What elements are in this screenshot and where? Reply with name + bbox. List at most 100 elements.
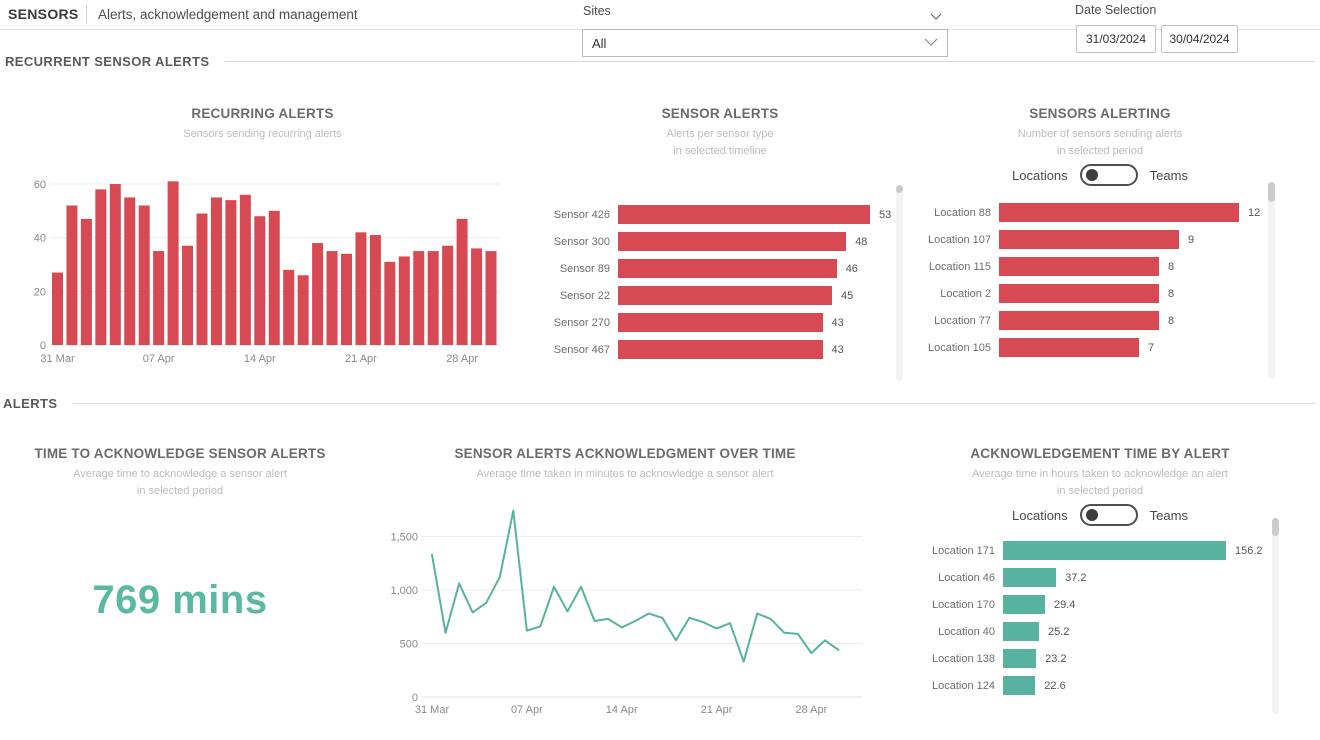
value-label: 8 bbox=[1168, 315, 1174, 327]
bar[interactable] bbox=[66, 205, 77, 345]
date-to-input[interactable]: 30/04/2024 bbox=[1161, 25, 1238, 53]
hbar-rows: Location 171156.2Location 4637.2Location… bbox=[920, 541, 1280, 703]
bar[interactable] bbox=[618, 205, 870, 224]
bar[interactable] bbox=[618, 259, 837, 278]
bar[interactable] bbox=[1003, 541, 1226, 560]
bar[interactable] bbox=[283, 270, 294, 345]
y-axis-tick: 20 bbox=[34, 286, 46, 298]
bar[interactable] bbox=[355, 232, 366, 345]
bar[interactable] bbox=[999, 257, 1159, 276]
bar[interactable] bbox=[1003, 595, 1045, 614]
toggle-label-locations[interactable]: Locations bbox=[1012, 508, 1068, 523]
value-label: 29.4 bbox=[1054, 599, 1075, 611]
value-label: 23.2 bbox=[1045, 653, 1066, 665]
toggle-knob bbox=[1086, 169, 1099, 182]
x-axis-tick: 14 Apr bbox=[244, 353, 276, 365]
bar[interactable] bbox=[618, 340, 823, 359]
kpi-value: 769 mins bbox=[20, 578, 340, 623]
scrollbar-thumb[interactable] bbox=[896, 185, 903, 193]
bar[interactable] bbox=[399, 256, 410, 345]
value-label: 12 bbox=[1248, 207, 1260, 219]
chevron-down-icon[interactable] bbox=[930, 8, 942, 26]
scrollbar[interactable] bbox=[1268, 182, 1275, 378]
chart-subtitle: Average time in hours taken to acknowled… bbox=[920, 468, 1280, 480]
bar[interactable] bbox=[153, 251, 164, 345]
chart-subtitle: in selected period bbox=[920, 145, 1280, 157]
bar[interactable] bbox=[124, 197, 135, 345]
category-label: Sensor 426 bbox=[530, 209, 610, 221]
bar[interactable] bbox=[52, 273, 63, 345]
bar-row: Location 778 bbox=[920, 311, 1280, 330]
bar[interactable] bbox=[370, 235, 381, 345]
chart-subtitle: Average time taken in minutes to acknowl… bbox=[385, 468, 865, 480]
bar[interactable] bbox=[95, 189, 106, 345]
bar[interactable] bbox=[618, 286, 832, 305]
bar[interactable] bbox=[1003, 568, 1056, 587]
bar[interactable] bbox=[182, 246, 193, 345]
date-from-input[interactable]: 31/03/2024 bbox=[1076, 25, 1156, 53]
bar[interactable] bbox=[240, 195, 251, 345]
toggle-switch[interactable] bbox=[1080, 164, 1138, 186]
bar-row: Sensor 27043 bbox=[530, 313, 910, 332]
bar[interactable] bbox=[312, 243, 323, 345]
scrollbar-thumb[interactable] bbox=[1272, 518, 1279, 536]
bar[interactable] bbox=[413, 251, 424, 345]
bar[interactable] bbox=[999, 230, 1179, 249]
bar[interactable] bbox=[211, 197, 222, 345]
y-axis-tick: 0 bbox=[40, 340, 46, 352]
toggle-label-teams[interactable]: Teams bbox=[1150, 508, 1188, 523]
bar[interactable] bbox=[341, 254, 352, 345]
bar[interactable] bbox=[999, 311, 1159, 330]
bar[interactable] bbox=[81, 219, 92, 345]
toggle-switch[interactable] bbox=[1080, 504, 1138, 526]
bar[interactable] bbox=[327, 251, 338, 345]
chart-title: SENSOR ALERTS bbox=[530, 106, 910, 121]
bar[interactable] bbox=[225, 200, 236, 345]
bar[interactable] bbox=[1003, 649, 1036, 668]
bar[interactable] bbox=[999, 338, 1139, 357]
bar-row: Location 28 bbox=[920, 284, 1280, 303]
bar[interactable] bbox=[269, 211, 280, 345]
sites-dropdown[interactable]: All bbox=[582, 29, 948, 57]
bar[interactable] bbox=[442, 246, 453, 345]
chart-subtitle: Average time to acknowledge a sensor ale… bbox=[20, 468, 340, 480]
bar[interactable] bbox=[298, 275, 309, 345]
bar-row: Location 12422.6 bbox=[920, 676, 1280, 695]
bar[interactable] bbox=[168, 181, 179, 345]
toggle-knob bbox=[1086, 509, 1099, 522]
category-label: Location 171 bbox=[920, 545, 995, 557]
bar[interactable] bbox=[999, 203, 1239, 222]
bar[interactable] bbox=[428, 251, 439, 345]
bar[interactable] bbox=[139, 205, 150, 345]
scrollbar[interactable] bbox=[1272, 518, 1279, 714]
x-axis-tick: 31 Mar bbox=[40, 353, 75, 365]
category-label: Location 115 bbox=[920, 261, 991, 273]
bar[interactable] bbox=[471, 248, 482, 345]
toggle-label-teams[interactable]: Teams bbox=[1150, 168, 1188, 183]
scrollbar[interactable] bbox=[896, 185, 903, 381]
x-axis-tick: 14 Apr bbox=[606, 704, 638, 716]
bar[interactable] bbox=[1003, 676, 1035, 695]
bar[interactable] bbox=[254, 216, 265, 345]
category-label: Location 46 bbox=[920, 572, 995, 584]
line-series[interactable] bbox=[432, 511, 839, 662]
toggle-label-locations[interactable]: Locations bbox=[1012, 168, 1068, 183]
value-label: 48 bbox=[855, 236, 867, 248]
bar[interactable] bbox=[457, 219, 468, 345]
bar[interactable] bbox=[618, 232, 846, 251]
bar[interactable] bbox=[618, 313, 823, 332]
bar[interactable] bbox=[110, 184, 121, 345]
bar[interactable] bbox=[999, 284, 1159, 303]
x-axis-tick: 28 Apr bbox=[795, 704, 827, 716]
chart-title: RECURRING ALERTS bbox=[20, 106, 505, 121]
sites-slicer-label: Sites bbox=[583, 4, 611, 18]
bar[interactable] bbox=[1003, 622, 1039, 641]
section-header-recurrent: RECURRENT SENSOR ALERTS bbox=[5, 54, 1315, 69]
value-label: 37.2 bbox=[1065, 572, 1086, 584]
category-label: Location 105 bbox=[920, 342, 991, 354]
bar[interactable] bbox=[486, 251, 497, 345]
bar[interactable] bbox=[197, 214, 208, 345]
scrollbar-thumb[interactable] bbox=[1268, 182, 1275, 202]
bar[interactable] bbox=[384, 262, 395, 345]
chevron-down-icon bbox=[924, 34, 938, 52]
